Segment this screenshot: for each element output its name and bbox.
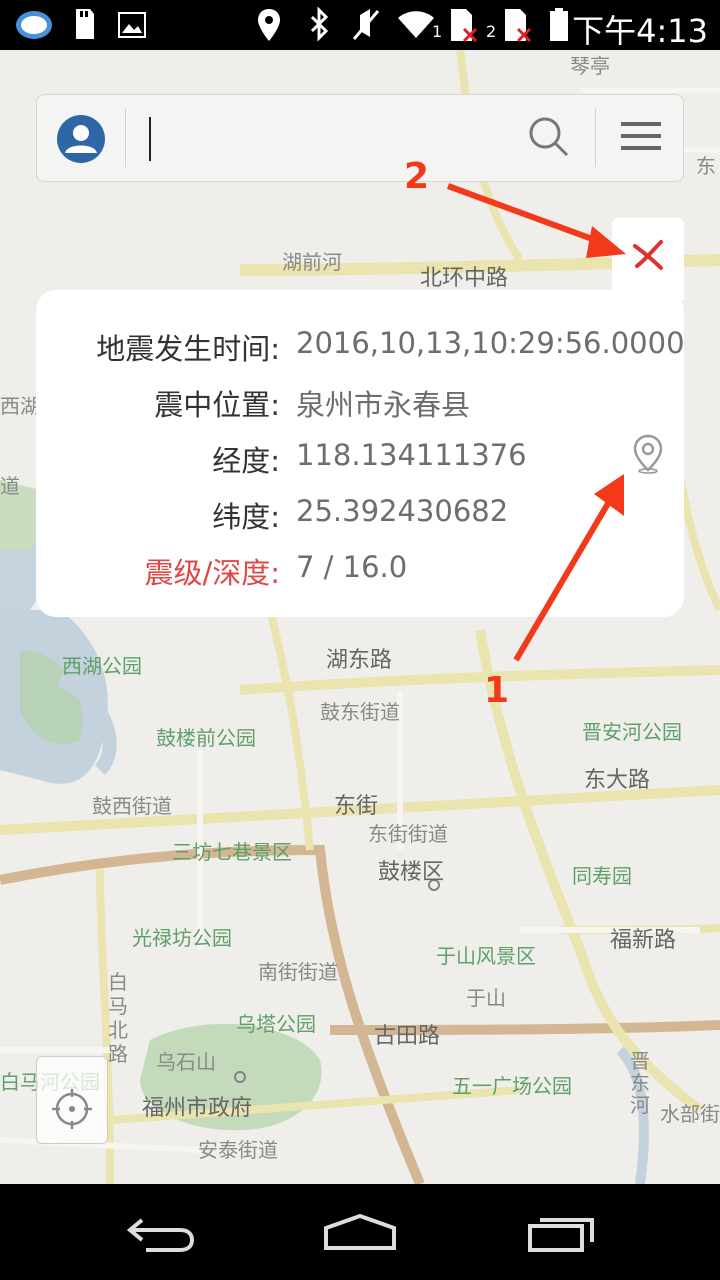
locate-button[interactable] [36,1056,108,1144]
home-icon[interactable] [322,1212,398,1254]
annotation-label-2: 2 [404,156,430,197]
recents-icon[interactable] [526,1212,600,1254]
annotation-label-1: 1 [484,670,510,711]
back-icon[interactable] [126,1212,194,1252]
navigation-bar [0,1184,720,1280]
crosshair-icon [52,1089,92,1129]
annotation-arrows [446,183,626,662]
